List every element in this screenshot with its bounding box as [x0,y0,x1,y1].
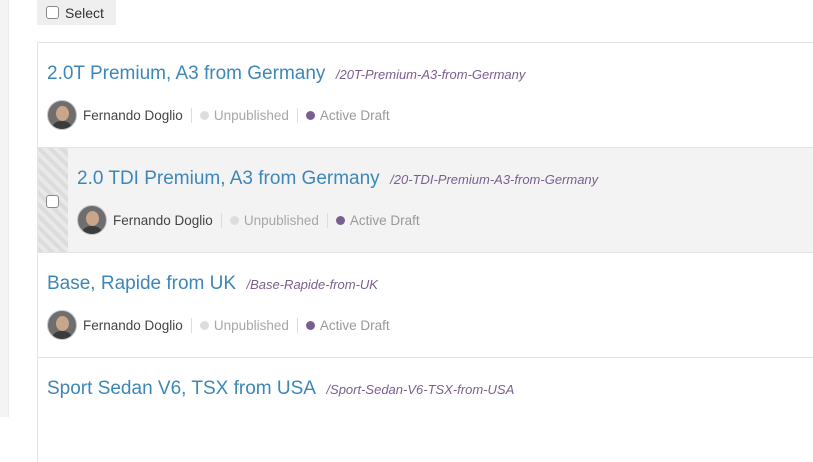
publish-status: Unpublished [213,317,289,333]
left-sidebar-edge [0,0,9,417]
publish-status: Unpublished [213,107,289,123]
draft-status: Active Draft [349,212,420,228]
divider [190,107,192,123]
author-avatar [47,310,77,340]
entry-row[interactable]: 2.0T Premium, A3 from Germany /20T-Premi… [37,42,813,147]
author-avatar [47,100,77,130]
entry-title-link[interactable]: 2.0T Premium, A3 from Germany [47,63,325,84]
entry-title-link[interactable]: 2.0 TDI Premium, A3 from Germany [77,168,380,189]
active-draft-dot-icon [305,110,315,120]
entry-row[interactable]: Sport Sedan V6, TSX from USA /Sport-Seda… [37,357,813,462]
author-avatar [77,205,107,235]
divider [296,107,298,123]
select-all-label: Select [65,4,104,21]
entry-row[interactable]: Base, Rapide from UK /Base-Rapide-from-U… [37,252,813,357]
unpublished-status-dot-icon [229,215,239,225]
author-name: Fernando Doglio [113,212,213,228]
select-all-checkbox[interactable] [46,6,59,19]
entry-slug: /Base-Rapide-from-UK [246,277,378,292]
active-draft-dot-icon [335,215,345,225]
select-all-control[interactable]: Select [37,0,116,25]
unpublished-status-dot-icon [199,110,209,120]
unpublished-status-dot-icon [199,320,209,330]
author-name: Fernando Doglio [83,317,183,333]
row-select-checkbox[interactable] [46,195,59,208]
divider [190,317,192,333]
active-draft-dot-icon [305,320,315,330]
divider [296,317,298,333]
draft-status: Active Draft [319,317,390,333]
entry-slug: /20-TDI-Premium-A3-from-Germany [390,172,599,187]
entry-slug: /20T-Premium-A3-from-Germany [335,67,526,82]
author-name: Fernando Doglio [83,107,183,123]
divider [220,212,222,228]
entry-row[interactable]: 2.0 TDI Premium, A3 from Germany /20-TDI… [37,147,813,252]
entry-title-link[interactable]: Base, Rapide from UK [47,273,236,294]
divider [326,212,328,228]
entry-title-link[interactable]: Sport Sedan V6, TSX from USA [47,378,316,399]
entry-list: 2.0T Premium, A3 from Germany /20T-Premi… [37,42,813,462]
publish-status: Unpublished [243,212,319,228]
draft-status: Active Draft [319,107,390,123]
entry-slug: /Sport-Sedan-V6-TSX-from-USA [326,382,515,397]
